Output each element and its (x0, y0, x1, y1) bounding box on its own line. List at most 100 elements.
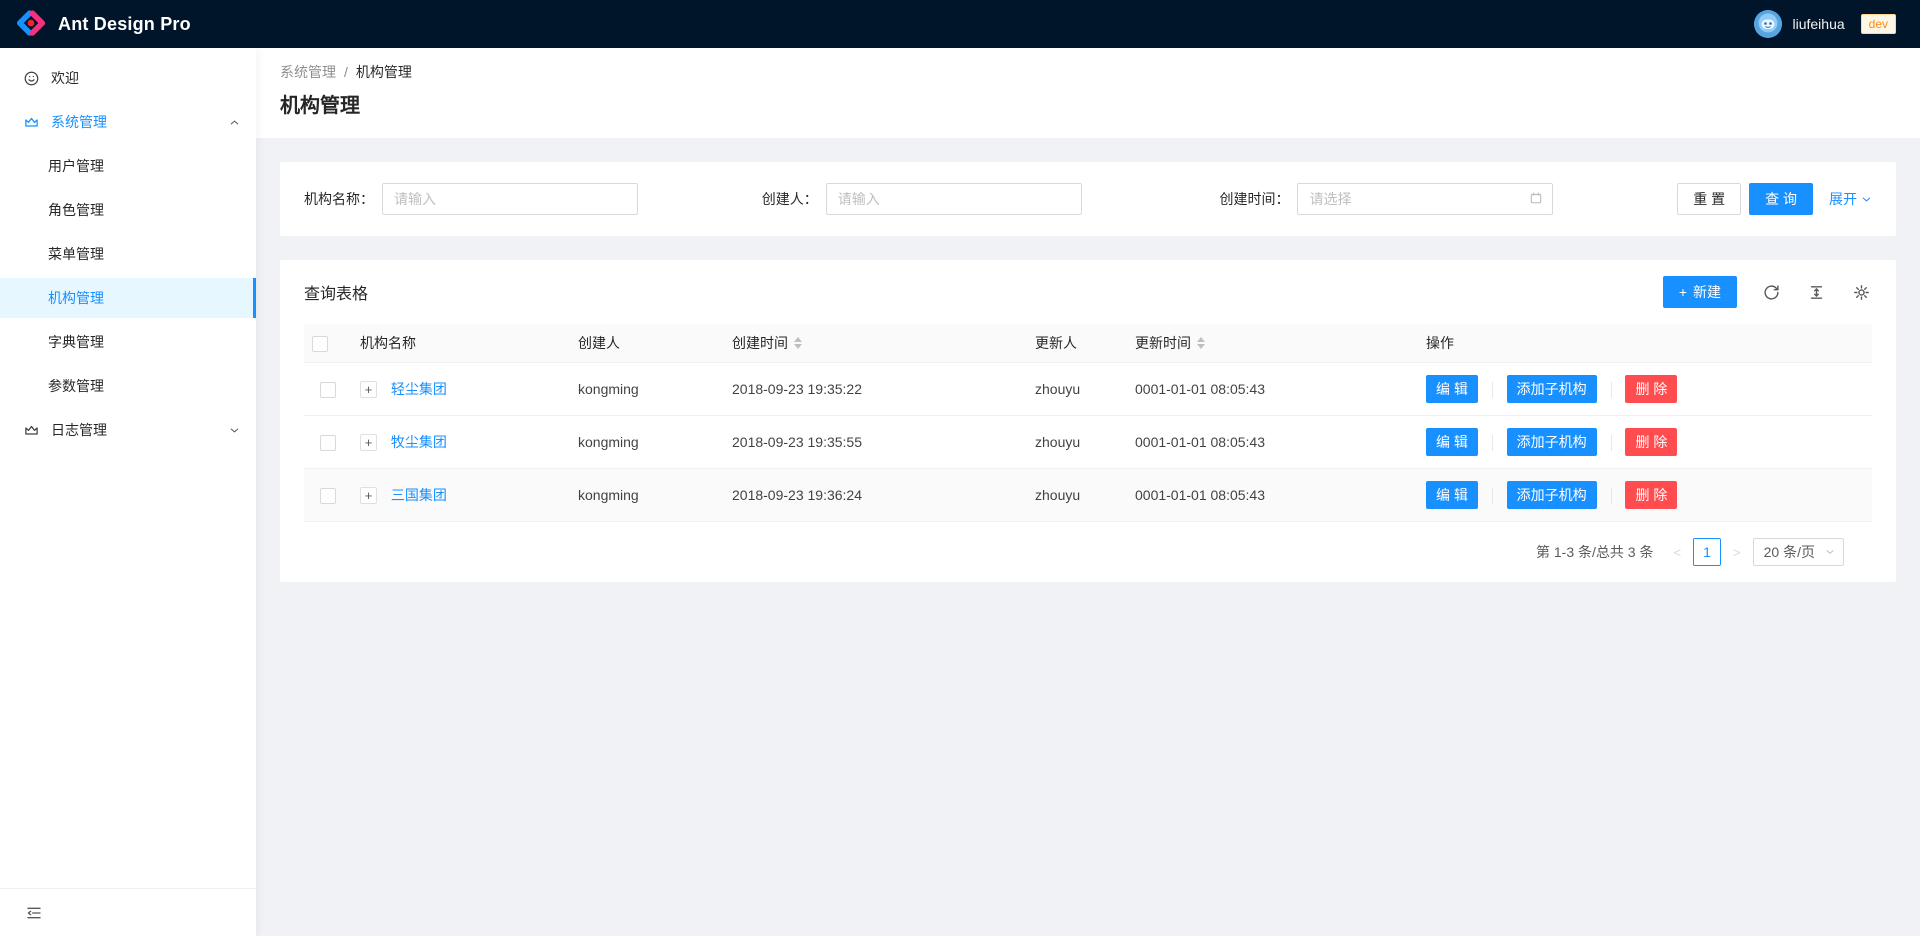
sidebar-item-dict-management[interactable]: 字典管理 (0, 322, 256, 362)
avatar[interactable] (1754, 10, 1782, 38)
page-size-select[interactable]: 20 条/页 (1753, 538, 1844, 566)
sidebar-item-label: 机构管理 (48, 288, 104, 308)
org-name-field-group: 机构名称： (304, 183, 762, 215)
menu-fold-icon[interactable] (24, 903, 44, 923)
select-all-checkbox[interactable] (312, 336, 328, 352)
sidebar-item-label: 用户管理 (48, 156, 104, 176)
sort-icon[interactable] (1197, 337, 1205, 349)
column-header-update-time[interactable]: 更新时间 (1135, 333, 1205, 353)
sidebar-item-system-management[interactable]: 系统管理 (0, 102, 256, 142)
ant-design-logo-icon (16, 9, 46, 39)
next-page-icon[interactable]: > (1729, 545, 1745, 560)
chevron-down-icon (1861, 194, 1872, 205)
breadcrumb-current: 机构管理 (356, 62, 412, 82)
delete-button[interactable]: 删 除 (1625, 481, 1677, 509)
sidebar-item-role-management[interactable]: 角色管理 (0, 190, 256, 230)
creator-input[interactable] (826, 183, 1082, 215)
create-time-cell: 2018-09-23 19:36:24 (724, 469, 1027, 522)
sidebar-item-label: 参数管理 (48, 376, 104, 396)
breadcrumb-parent[interactable]: 系统管理 (280, 62, 336, 82)
column-header-create-time[interactable]: 创建时间 (732, 333, 802, 353)
org-name-link[interactable]: 轻尘集团 (391, 381, 447, 397)
username: liufeihua (1792, 16, 1844, 32)
search-actions: 重 置 查 询 展开 (1677, 183, 1872, 215)
divider (1611, 382, 1612, 398)
sidebar-item-user-management[interactable]: 用户管理 (0, 146, 256, 186)
content: 机构名称： 创建人： 创建时间： 重 置 (256, 138, 1920, 606)
crown-icon (24, 115, 39, 130)
updater-cell: zhouyu (1027, 363, 1127, 416)
reset-button[interactable]: 重 置 (1677, 183, 1741, 215)
column-header-org-name[interactable]: 机构名称 (360, 333, 416, 353)
delete-button[interactable]: 删 除 (1625, 375, 1677, 403)
table-row: + 牧尘集团 kongming 2018-09-23 19:35:55 zhou… (304, 416, 1872, 469)
creator-cell: kongming (570, 416, 724, 469)
prev-page-icon[interactable]: < (1669, 545, 1685, 560)
edit-button[interactable]: 编 辑 (1426, 375, 1478, 403)
expand-row-icon[interactable]: + (360, 434, 377, 451)
creator-cell: kongming (570, 363, 724, 416)
query-button[interactable]: 查 询 (1749, 183, 1813, 215)
add-child-org-button[interactable]: 添加子机构 (1507, 428, 1597, 456)
sort-icon[interactable] (794, 337, 802, 349)
create-time-field-group: 创建时间： (1219, 183, 1677, 215)
sidebar-footer (0, 888, 256, 936)
chevron-up-icon (229, 117, 240, 128)
table-header-row: 机构名称 创建人 创建时间 更新人 更新时间 (304, 324, 1872, 363)
breadcrumb-separator: / (344, 64, 348, 80)
update-time-cell: 0001-01-01 08:05:43 (1127, 363, 1418, 416)
page-title: 机构管理 (280, 92, 1896, 120)
row-checkbox[interactable] (320, 435, 336, 451)
org-name-link[interactable]: 牧尘集团 (391, 434, 447, 450)
org-table: 机构名称 创建人 创建时间 更新人 更新时间 (304, 324, 1872, 522)
crown-icon (24, 423, 39, 438)
breadcrumb: 系统管理 / 机构管理 (280, 62, 1896, 82)
creator-label: 创建人： (762, 189, 818, 209)
create-time-label: 创建时间： (1219, 189, 1289, 209)
edit-button[interactable]: 编 辑 (1426, 481, 1478, 509)
add-child-org-button[interactable]: 添加子机构 (1507, 375, 1597, 403)
sidebar-item-label: 日志管理 (51, 420, 217, 440)
delete-button[interactable]: 删 除 (1625, 428, 1677, 456)
create-time-cell: 2018-09-23 19:35:22 (724, 363, 1027, 416)
divider (1611, 488, 1612, 504)
sidebar-item-param-management[interactable]: 参数管理 (0, 366, 256, 406)
divider (1492, 488, 1493, 504)
header-user-area[interactable]: liufeihua dev (1754, 10, 1896, 38)
sidebar: 欢迎 系统管理 用户管理 角色管理 菜单管理 机构管理 字典管理 (0, 48, 256, 936)
table-toolbar: 查询表格 + 新建 (304, 276, 1872, 308)
create-time-picker[interactable] (1297, 183, 1553, 215)
column-header-actions: 操作 (1426, 333, 1454, 353)
sidebar-item-menu-management[interactable]: 菜单管理 (0, 234, 256, 274)
chevron-down-icon (1825, 547, 1835, 557)
expand-filters-link[interactable]: 展开 (1829, 189, 1872, 209)
org-name-link[interactable]: 三国集团 (391, 487, 447, 503)
column-header-updater[interactable]: 更新人 (1035, 333, 1077, 353)
row-checkbox[interactable] (320, 382, 336, 398)
sidebar-item-org-management[interactable]: 机构管理 (0, 278, 256, 318)
edit-button[interactable]: 编 辑 (1426, 428, 1478, 456)
org-name-input[interactable] (382, 183, 638, 215)
create-time-cell: 2018-09-23 19:35:55 (724, 416, 1027, 469)
page-header: 系统管理 / 机构管理 机构管理 (256, 48, 1920, 138)
sidebar-item-welcome[interactable]: 欢迎 (0, 58, 256, 98)
page-number-1[interactable]: 1 (1693, 538, 1721, 566)
updater-cell: zhouyu (1027, 469, 1127, 522)
settings-gear-icon[interactable] (1851, 282, 1872, 303)
divider (1492, 435, 1493, 451)
expand-row-icon[interactable]: + (360, 487, 377, 504)
search-form: 机构名称： 创建人： 创建时间： 重 置 (280, 162, 1896, 236)
reload-icon[interactable] (1761, 282, 1782, 303)
add-child-org-button[interactable]: 添加子机构 (1507, 481, 1597, 509)
column-height-icon[interactable] (1806, 282, 1827, 303)
column-header-creator[interactable]: 创建人 (578, 333, 620, 353)
query-table-card: 查询表格 + 新建 (280, 260, 1896, 582)
calendar-icon (1529, 191, 1543, 205)
sidebar-item-log-management[interactable]: 日志管理 (0, 410, 256, 450)
smile-icon (24, 71, 39, 86)
new-button[interactable]: + 新建 (1663, 276, 1737, 308)
row-checkbox[interactable] (320, 488, 336, 504)
table-row: + 三国集团 kongming 2018-09-23 19:36:24 zhou… (304, 469, 1872, 522)
expand-row-icon[interactable]: + (360, 381, 377, 398)
brand[interactable]: Ant Design Pro (16, 9, 191, 39)
